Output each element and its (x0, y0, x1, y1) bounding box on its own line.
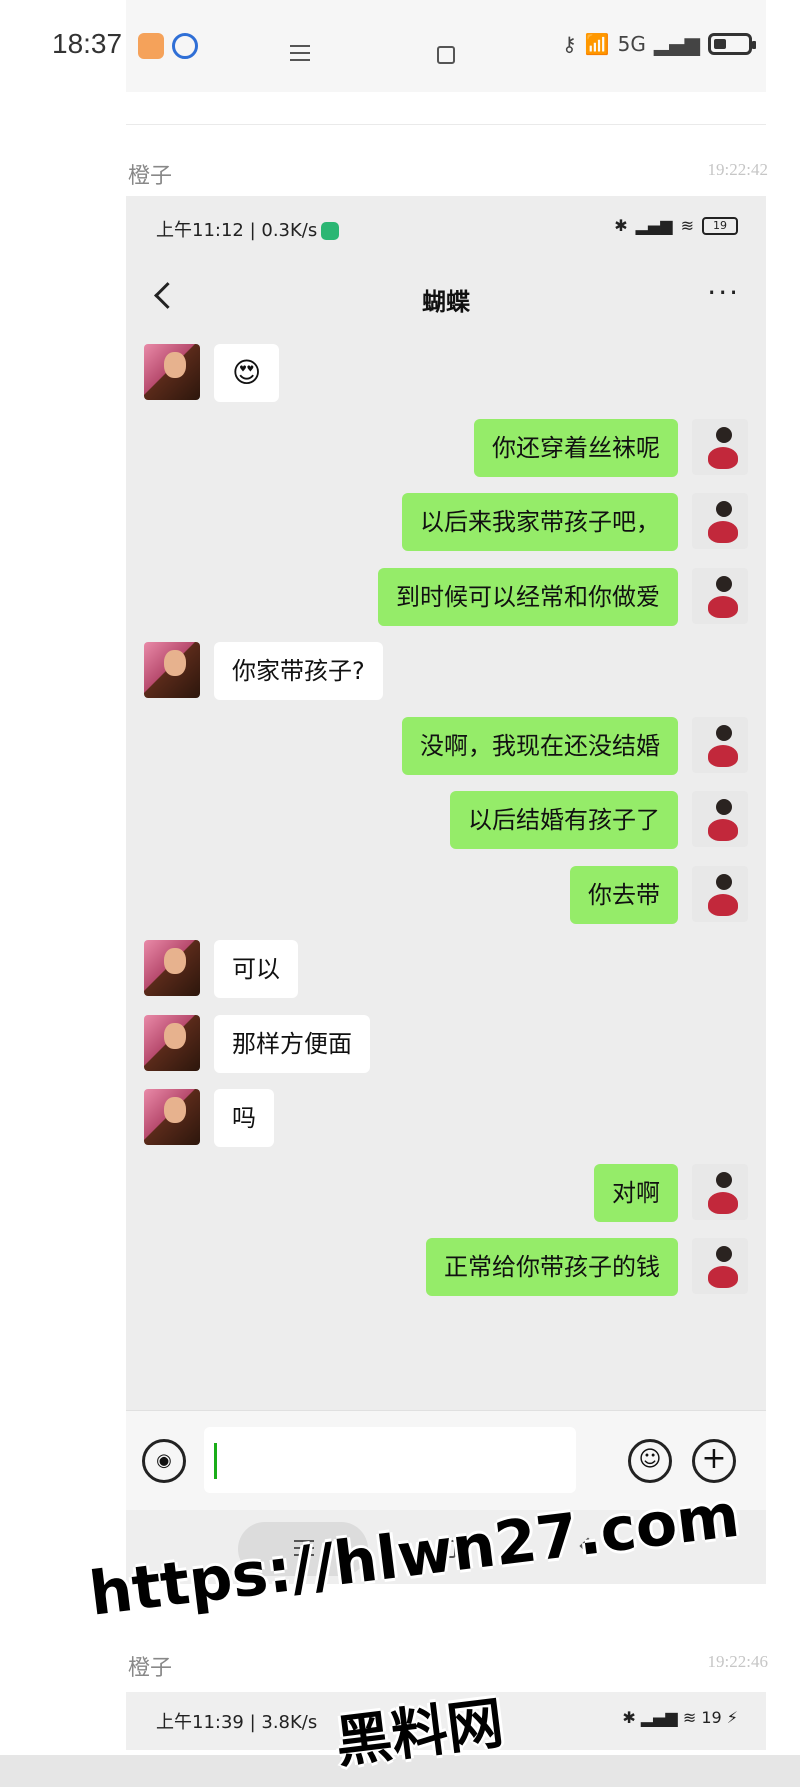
message-row: 吗 (126, 1089, 766, 1155)
next-status-text: 上午11:39 | 3.8K/s (156, 1712, 318, 1733)
chat-header: 蝴蝶 ··· (126, 256, 766, 336)
outer-status-bar: 18:37 ⚷ 📶 5G ▂▄▆ (0, 0, 800, 95)
bluetooth-icon: ✱ (614, 216, 628, 235)
more-actions-button[interactable]: + (692, 1439, 736, 1483)
received-message-bubble[interactable]: 可以 (214, 940, 298, 998)
sent-message-bubble[interactable]: 你还穿着丝袜呢 (474, 418, 678, 477)
outer-time: 18:37 (52, 28, 123, 59)
home-icon[interactable] (437, 46, 455, 64)
account-notification-icon (172, 33, 198, 59)
forward-sender-name: 橙子 (128, 164, 173, 189)
message-row: 那样方便面 (126, 1014, 766, 1081)
chat-title: 蝴蝶 (422, 288, 470, 316)
message-row: 你还穿着丝袜呢 (126, 418, 766, 485)
sent-message-bubble[interactable]: 以后结婚有孩子了 (450, 791, 678, 849)
received-message-bubble[interactable]: 吗 (214, 1089, 274, 1147)
my-avatar[interactable] (692, 567, 748, 624)
text-cursor (214, 1443, 217, 1479)
emoji-button[interactable]: ☺ (628, 1439, 672, 1483)
forward-timestamp: 19:22:42 (707, 160, 768, 179)
received-message-bubble[interactable]: 那样方便面 (214, 1014, 370, 1073)
chat-screenshot: 上午11:12 | 0.3K/s ✱ ▂▄▆ ≋ 19 蝴蝶 ··· 😍 你还穿着… (126, 196, 766, 1584)
contact-avatar[interactable] (144, 344, 200, 400)
sent-message-bubble[interactable]: 你去带 (570, 865, 678, 924)
wifi-icon: ≋ (680, 216, 694, 235)
signal-label: 5G (617, 32, 646, 56)
my-avatar[interactable] (692, 865, 748, 922)
message-row: 到时候可以经常和你做爱 (126, 567, 766, 634)
battery-icon: 19 (701, 1708, 722, 1727)
wifi-icon: 📶 (584, 32, 610, 56)
my-avatar[interactable] (692, 716, 748, 773)
forward-timestamp: 19:22:46 (707, 1652, 768, 1671)
more-options-button[interactable]: ··· (707, 276, 740, 309)
wechat-icon (321, 222, 340, 240)
contact-avatar[interactable] (144, 642, 200, 698)
message-row: 可以 (126, 940, 766, 1006)
app-notification-icon (138, 33, 164, 59)
sent-message-bubble[interactable]: 没啊，我现在还没结婚 (402, 716, 678, 775)
voice-input-button[interactable]: ◉ (142, 1439, 186, 1483)
message-row: 😍 (126, 344, 766, 410)
received-message-bubble[interactable]: 😍 (214, 344, 280, 402)
my-avatar[interactable] (692, 1238, 748, 1294)
message-row: 你家带孩子? (126, 642, 766, 708)
my-avatar[interactable] (692, 418, 748, 475)
next-status-icons: ✱ ▂▄▆ ≋ 19 ⚡ (622, 1708, 738, 1727)
contact-avatar[interactable] (144, 1089, 200, 1145)
sent-message-bubble[interactable]: 到时候可以经常和你做爱 (378, 567, 678, 626)
battery-icon: 19 (702, 216, 738, 235)
inner-status-bar: 上午11:12 | 0.3K/s ✱ ▂▄▆ ≋ 19 (126, 196, 766, 256)
key-icon: ⚷ (562, 32, 577, 56)
contact-avatar[interactable] (144, 1014, 200, 1071)
my-avatar[interactable] (692, 791, 748, 847)
message-row: 你去带 (126, 865, 766, 932)
forward-sender-name: 橙子 (128, 1656, 173, 1681)
sent-message-bubble[interactable]: 正常给你带孩子的钱 (426, 1238, 678, 1296)
message-row: 没啊，我现在还没结婚 (126, 716, 766, 783)
inner-status-text: 上午11:12 | 0.3K/s (156, 216, 340, 242)
menu-icon[interactable] (290, 45, 310, 61)
message-row: 正常给你带孩子的钱 (126, 1238, 766, 1304)
received-message-bubble[interactable]: 你家带孩子? (214, 642, 383, 700)
signal-icon: ▂▄▆ (653, 32, 700, 56)
message-list[interactable]: 😍 你还穿着丝袜呢以后来我家带孩子吧， 到时候可以经常和你做爱你家带孩子? 没啊，我现… (126, 336, 766, 1410)
sent-message-bubble[interactable]: 对啊 (594, 1163, 678, 1222)
divider (126, 124, 766, 125)
my-avatar[interactable] (692, 493, 748, 549)
message-row: 以后来我家带孩子吧， (126, 493, 766, 559)
signal-icon: ▂▄▆ (635, 216, 673, 235)
my-avatar[interactable] (692, 1163, 748, 1220)
inner-status-icons: ✱ ▂▄▆ ≋ 19 (614, 216, 738, 235)
message-row: 以后结婚有孩子了 (126, 791, 766, 857)
message-row: 对啊 (126, 1163, 766, 1230)
message-input[interactable] (204, 1427, 576, 1493)
sent-message-bubble[interactable]: 以后来我家带孩子吧， (402, 493, 678, 551)
contact-avatar[interactable] (144, 940, 200, 996)
outer-status-icons: ⚷ 📶 5G ▂▄▆ (562, 32, 756, 56)
battery-icon (708, 33, 756, 55)
